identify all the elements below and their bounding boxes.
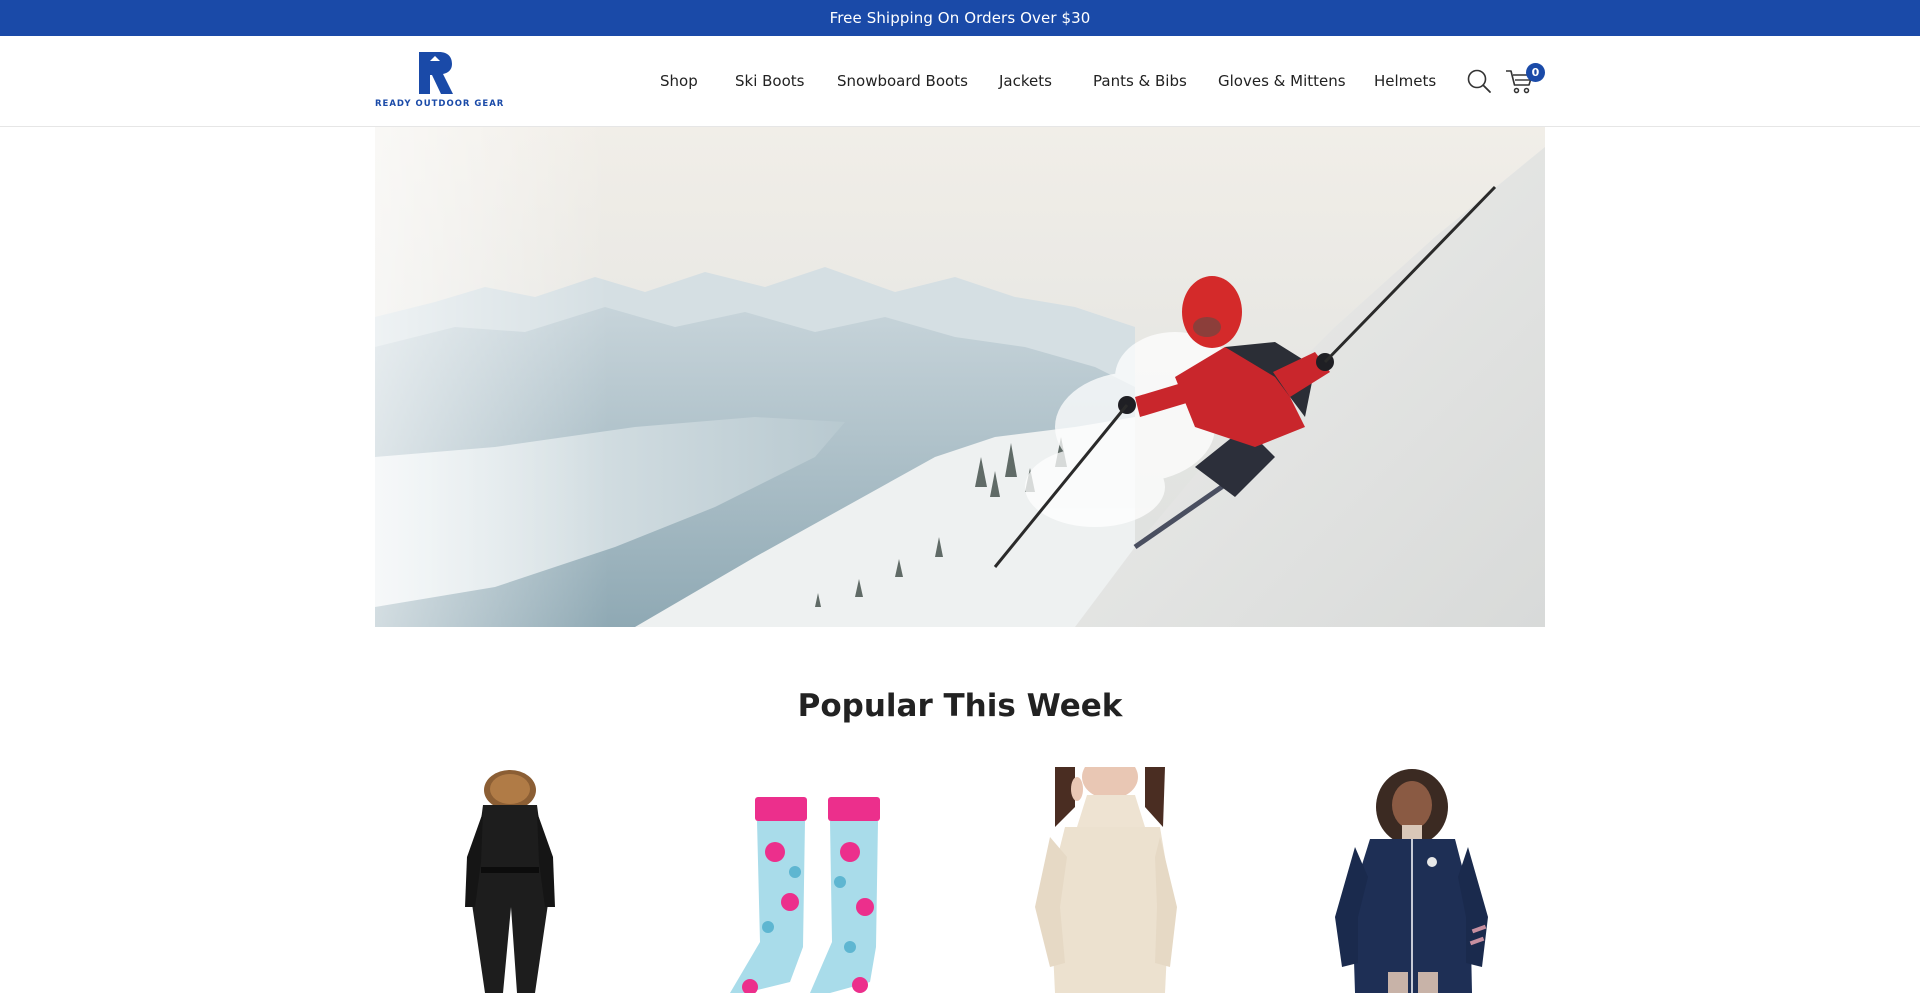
cart-count-badge: 0 — [1526, 63, 1545, 82]
product-image-ski-suit — [465, 770, 555, 993]
product-image-navy-jacket — [1335, 769, 1488, 993]
product-card[interactable] — [995, 767, 1245, 993]
nav-item-shop[interactable]: Shop — [660, 72, 698, 90]
product-image-knit-sweater — [1035, 767, 1177, 993]
hero-skier-illustration — [375, 127, 1545, 627]
nav-item-helmets[interactable]: Helmets — [1374, 72, 1436, 90]
search-button[interactable] — [1466, 68, 1492, 94]
product-card[interactable] — [690, 767, 940, 993]
product-card[interactable] — [1300, 767, 1550, 993]
product-image-ski-socks — [730, 797, 880, 993]
nav-item-snowboard-boots[interactable]: Snowboard Boots — [837, 72, 968, 90]
popular-section-title: Popular This Week — [797, 688, 1123, 724]
nav-item-ski-boots[interactable]: Ski Boots — [735, 72, 805, 90]
nav-item-gloves-mittens[interactable]: Gloves & Mittens — [1218, 72, 1346, 90]
nav-item-pants-bibs[interactable]: Pants & Bibs — [1093, 72, 1187, 90]
announcement-bar: Free Shipping On Orders Over $30 — [0, 0, 1920, 36]
announcement-text: Free Shipping On Orders Over $30 — [829, 9, 1091, 27]
nav-item-jackets[interactable]: Jackets — [999, 72, 1052, 90]
hero-banner-image[interactable] — [375, 127, 1545, 627]
search-icon — [1467, 69, 1491, 93]
main-nav: Shop Ski Boots Snowboard Boots Jackets P… — [0, 36, 1920, 127]
site-header: READY OUTDOOR GEAR Shop Ski Boots Snowbo… — [0, 36, 1920, 127]
product-card[interactable] — [385, 767, 635, 993]
